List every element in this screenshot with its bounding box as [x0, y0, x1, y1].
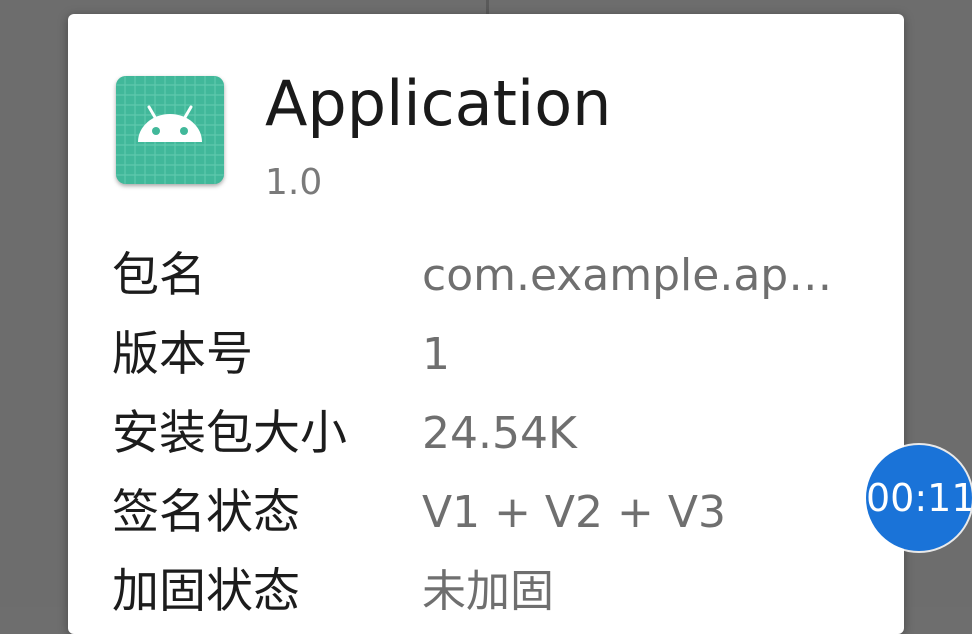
version-code-label: 版本号: [112, 327, 253, 382]
signature-status-label: 签名状态: [112, 485, 300, 540]
hardening-status-value: 未加固: [422, 566, 554, 617]
signature-status-value: V1 + V2 + V3: [422, 487, 726, 538]
floating-timer-button[interactable]: 00:11: [866, 445, 972, 551]
package-name-label: 包名: [112, 248, 206, 303]
app-version: 1.0: [265, 162, 323, 203]
package-name-value: com.example.ap…: [422, 250, 833, 301]
info-row-package-name: 包名 com.example.ap…: [112, 236, 872, 316]
version-code-value: 1: [422, 329, 450, 380]
app-name: Application: [265, 67, 612, 140]
android-icon: [116, 76, 224, 184]
info-row-hardening-status: 加固状态 未加固: [112, 552, 872, 632]
app-info-dialog: Application 1.0 包名 com.example.ap… 版本号 1…: [68, 14, 904, 634]
info-row-version-code: 版本号 1: [112, 315, 872, 395]
package-size-label: 安装包大小: [112, 406, 347, 461]
hardening-status-label: 加固状态: [112, 564, 300, 619]
info-row-signature-status: 签名状态 V1 + V2 + V3: [112, 473, 872, 553]
info-row-package-size: 安装包大小 24.54K: [112, 394, 872, 474]
package-size-value: 24.54K: [422, 408, 577, 459]
backdrop-divider: [486, 0, 489, 14]
